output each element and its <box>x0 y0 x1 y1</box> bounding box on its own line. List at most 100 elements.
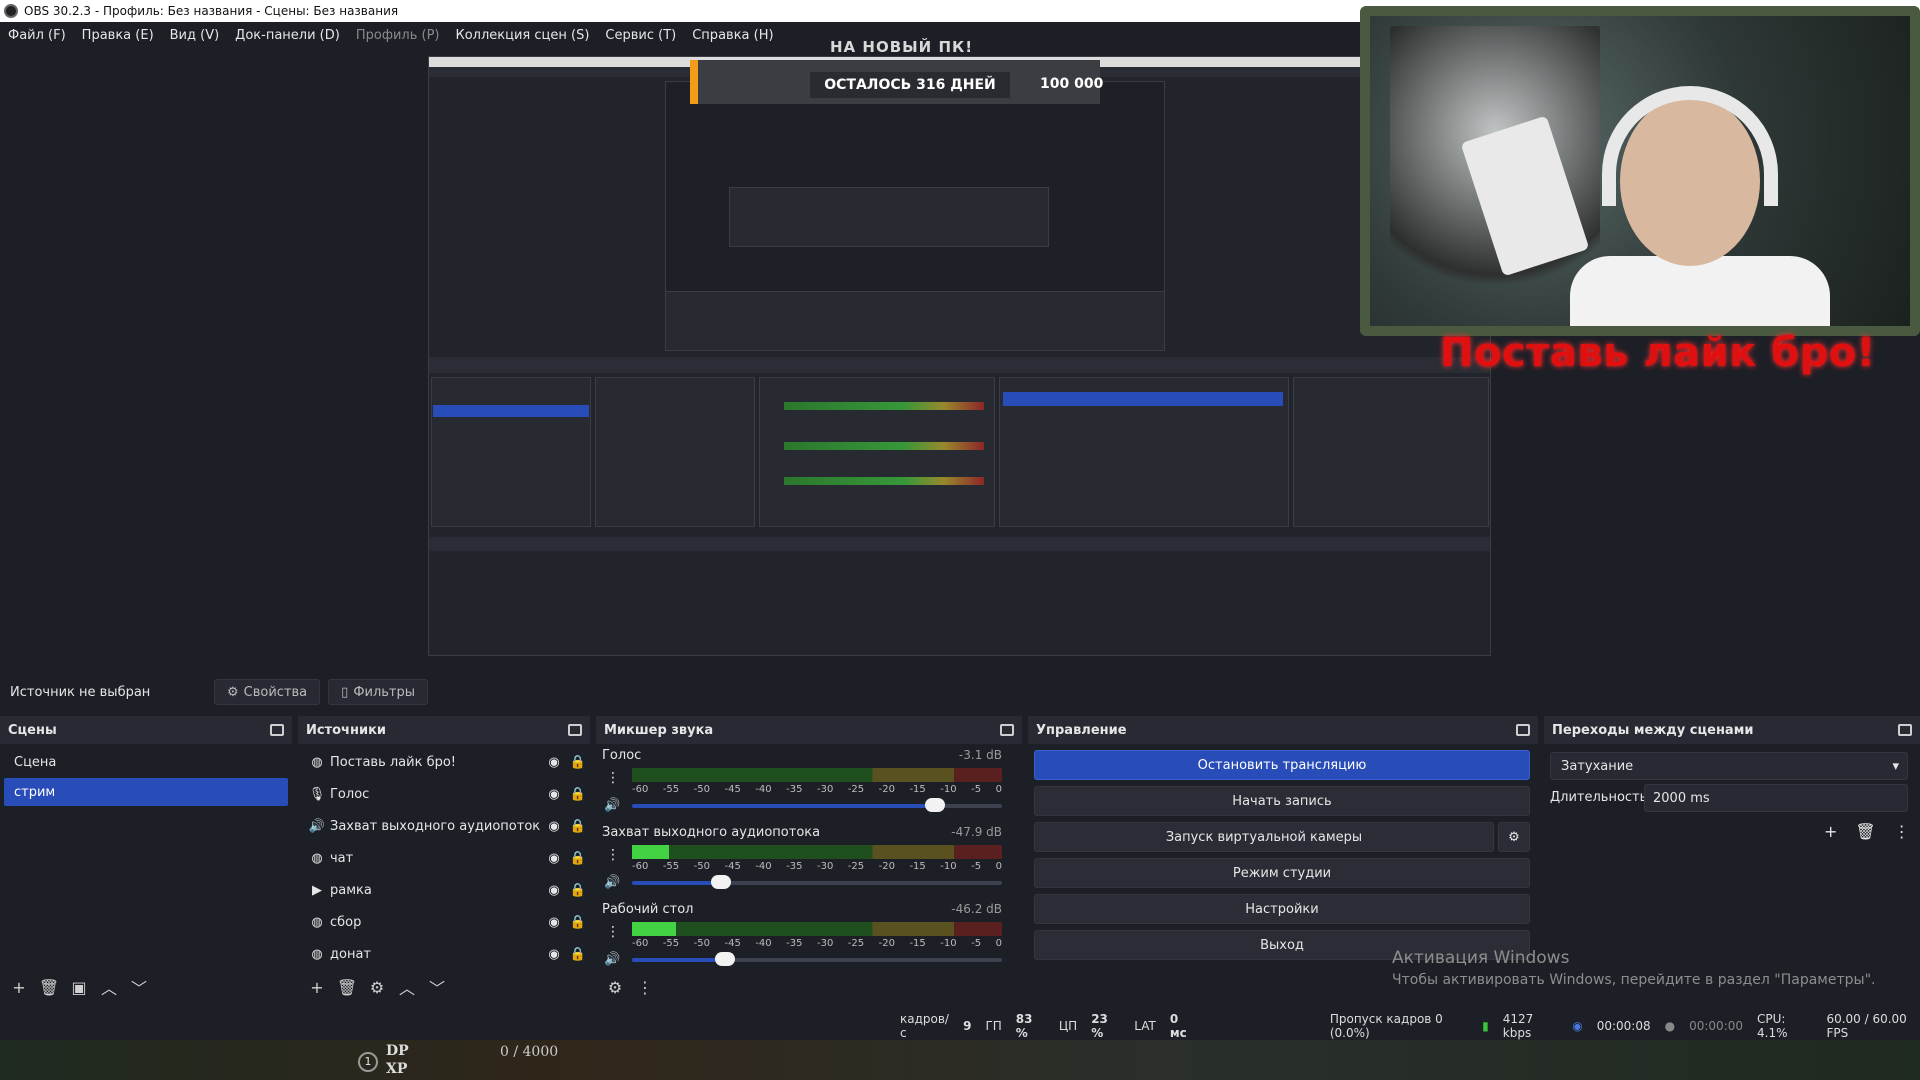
source-row[interactable]: ◍ сбор ◉ 🔒 <box>298 906 590 938</box>
menu-scene-collection[interactable]: Коллекция сцен (S) <box>447 28 597 43</box>
scene-item[interactable]: Сцена <box>4 748 288 776</box>
eye-icon[interactable]: ◉ <box>542 755 566 770</box>
volume-meter <box>632 922 1002 936</box>
volume-fill <box>632 881 721 885</box>
volume-knob[interactable] <box>714 952 735 966</box>
add-icon[interactable]: + <box>1824 822 1837 841</box>
menu-edit[interactable]: Правка (E) <box>74 28 162 43</box>
lock-icon[interactable]: 🔒 <box>566 787 590 802</box>
game-overlay-bar: 1 DP XP 0 / 4000 <box>0 1040 1920 1080</box>
volume-knob[interactable] <box>710 875 731 889</box>
trash-icon[interactable]: 🗑 <box>336 976 358 998</box>
meter-tick-label: -5 <box>971 938 982 949</box>
stop-stream-button[interactable]: Остановить трансляцию <box>1034 750 1530 780</box>
lock-icon[interactable]: 🔒 <box>566 883 590 898</box>
meter-tick-label: -50 <box>693 784 710 795</box>
meter-tick-label: -55 <box>662 861 680 872</box>
undock-icon[interactable] <box>1516 724 1530 736</box>
lock-icon[interactable]: 🔒 <box>566 915 590 930</box>
duration-spinbox[interactable]: 2000 ms <box>1644 784 1908 812</box>
kebab-menu-icon[interactable]: ⋮ <box>634 976 656 998</box>
menu-profile[interactable]: Профиль (P) <box>348 28 448 43</box>
scene-filters-icon[interactable]: ▣ <box>68 976 90 998</box>
start-record-button[interactable]: Начать запись <box>1034 786 1530 816</box>
play-icon: ▶ <box>312 882 322 898</box>
gear-icon[interactable]: ⚙ <box>366 976 388 998</box>
meter-ticks: -60 -55 -50 -45 -40 -35 -30 -25 -20 -15 -10 -5 0 <box>632 784 1002 795</box>
trash-icon[interactable]: 🗑 <box>1855 822 1875 841</box>
volume-slider[interactable] <box>632 875 1002 889</box>
source-row[interactable]: ◍ чат ◉ 🔒 <box>298 842 590 874</box>
settings-button[interactable]: Настройки <box>1034 894 1530 924</box>
eye-icon[interactable]: ◉ <box>542 787 566 802</box>
mixer-channels: Голос -3.1 dB ⋮ -60 -55 -50 -45 -40 -35 -30 -25… <box>596 746 1022 968</box>
nested-preview-capture <box>428 56 1491 656</box>
speaker-icon[interactable]: 🔊 <box>604 875 620 890</box>
studio-mode-button[interactable]: Режим студии <box>1034 858 1530 888</box>
source-row[interactable]: ▶ рамка ◉ 🔒 <box>298 874 590 906</box>
transition-select[interactable]: Затухание ▾ <box>1550 752 1908 780</box>
eye-icon[interactable]: ◉ <box>542 915 566 930</box>
virtual-camera-settings-button[interactable]: ⚙ <box>1498 822 1530 852</box>
menu-docks[interactable]: Док-панели (D) <box>227 28 348 43</box>
undock-icon[interactable] <box>1898 724 1912 736</box>
kebab-menu-icon[interactable]: ⋮ <box>606 770 620 786</box>
speaker-icon[interactable]: 🔊 <box>604 952 620 967</box>
streamer-shirt <box>1570 256 1830 326</box>
eye-icon[interactable]: ◉ <box>542 883 566 898</box>
volume-knob[interactable] <box>925 798 946 812</box>
controls-title: Управление <box>1036 722 1127 738</box>
virtual-camera-button[interactable]: Запуск виртуальной камеры <box>1034 822 1494 852</box>
move-up-icon[interactable]: ︿ <box>98 976 120 998</box>
move-down-icon[interactable]: ﹀ <box>128 976 150 998</box>
menu-file[interactable]: Файл (F) <box>0 28 74 43</box>
source-name: Поставь лайк бро! <box>330 754 457 770</box>
meter-tick-label: -60 <box>632 861 649 872</box>
source-row[interactable]: ◍ донат ◉ 🔒 <box>298 938 590 970</box>
move-down-icon[interactable]: ﹀ <box>426 976 448 998</box>
menu-view[interactable]: Вид (V) <box>162 28 228 43</box>
lock-icon[interactable]: 🔒 <box>566 819 590 834</box>
eye-icon[interactable]: ◉ <box>542 851 566 866</box>
nested-sources <box>595 377 755 527</box>
menu-tools[interactable]: Сервис (T) <box>597 28 684 43</box>
scene-item[interactable]: стрим <box>4 778 288 806</box>
filters-button[interactable]: ▯ Фильтры <box>328 679 429 705</box>
source-row[interactable]: 🎙 Голос ◉ 🔒 <box>298 778 590 810</box>
nested-statusbar <box>429 537 1490 551</box>
like-overlay-text: Поставь лайк бро! <box>1440 330 1876 376</box>
gear-icon[interactable]: ⚙ <box>604 976 626 998</box>
cpu-value: 23 % <box>1091 1012 1108 1040</box>
undock-icon[interactable] <box>568 724 582 736</box>
volume-slider[interactable] <box>632 952 1002 966</box>
lock-icon[interactable]: 🔒 <box>566 851 590 866</box>
watermark-line1: Активация Windows <box>1392 948 1570 968</box>
volume-slider[interactable] <box>632 798 1002 812</box>
move-up-icon[interactable]: ︿ <box>396 976 418 998</box>
undock-icon[interactable] <box>1000 724 1014 736</box>
kebab-menu-icon[interactable]: ⋮ <box>1894 822 1910 841</box>
meter-tick-label: -35 <box>786 784 803 795</box>
add-source-icon[interactable]: + <box>306 976 328 998</box>
source-row[interactable]: 🔊 Захват выходного аудиопоток ◉ 🔒 <box>298 810 590 842</box>
obs-logo-icon <box>4 4 18 18</box>
nested-scene-active <box>433 405 589 417</box>
trash-icon[interactable]: 🗑 <box>38 976 60 998</box>
speaker-icon[interactable]: 🔊 <box>604 798 620 813</box>
properties-button[interactable]: ⚙ Свойства <box>214 679 321 705</box>
kebab-menu-icon[interactable]: ⋮ <box>606 924 620 940</box>
eye-icon[interactable]: ◉ <box>542 819 566 834</box>
meter-tick-label: -20 <box>878 938 895 949</box>
source-row[interactable]: ◍ Поставь лайк бро! ◉ 🔒 <box>298 746 590 778</box>
add-scene-icon[interactable]: + <box>8 976 30 998</box>
nested-transitions <box>1293 377 1489 527</box>
undock-icon[interactable] <box>270 724 284 736</box>
lock-icon[interactable]: 🔒 <box>566 947 590 962</box>
kebab-menu-icon[interactable]: ⋮ <box>606 847 620 863</box>
nested-meter-1 <box>784 402 984 410</box>
lock-icon[interactable]: 🔒 <box>566 755 590 770</box>
eye-icon[interactable]: ◉ <box>542 947 566 962</box>
mixer-header: Микшер звука <box>596 716 1022 744</box>
channel-db: -46.2 dB <box>951 902 1002 916</box>
no-source-label: Источник не выбран <box>10 684 151 700</box>
